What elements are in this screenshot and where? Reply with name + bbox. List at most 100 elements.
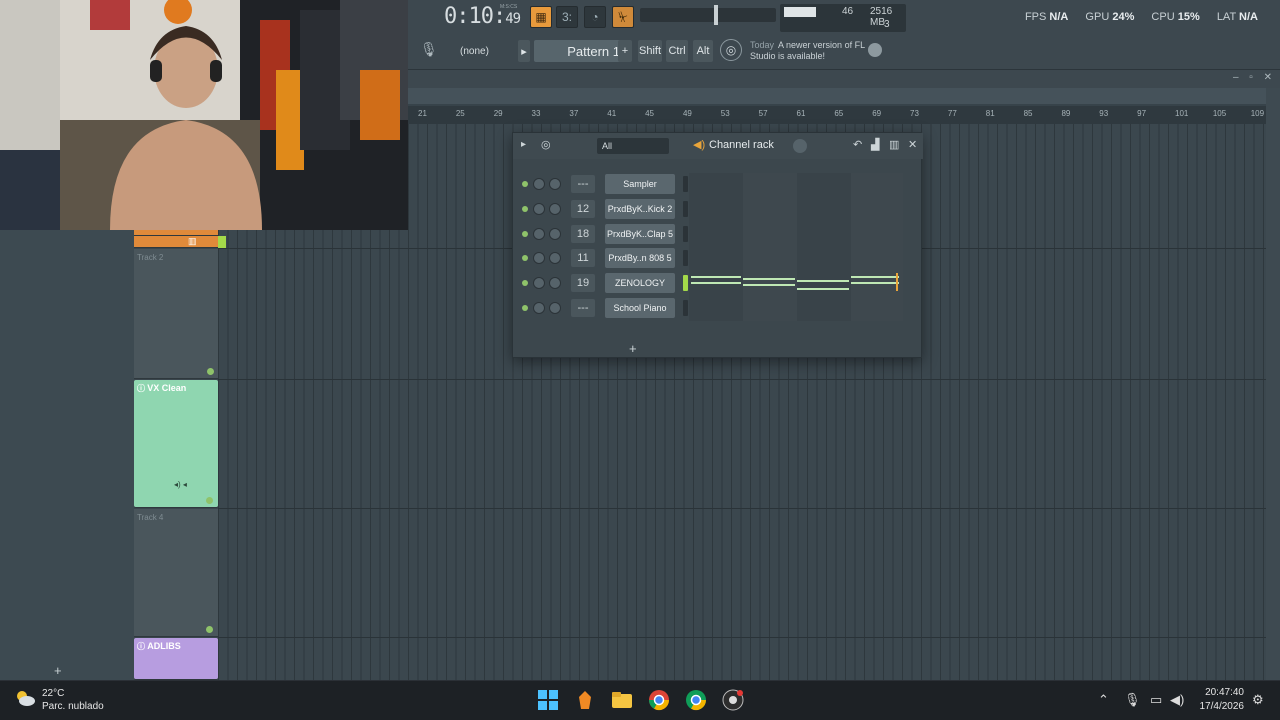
- graph-editor-icon[interactable]: ▟: [871, 138, 879, 151]
- channel-mute-led[interactable]: [522, 255, 528, 262]
- midi-input-select[interactable]: (none): [450, 40, 510, 62]
- channel-pan-knob[interactable]: [533, 302, 545, 314]
- channel-name-button[interactable]: PrxdBy..n 808 5: [605, 248, 675, 269]
- track-4-header[interactable]: Track 4: [134, 509, 218, 637]
- chrome-icon[interactable]: [648, 689, 670, 711]
- channel-name-button[interactable]: PrxdByK..Kick 2: [605, 198, 675, 219]
- weather-description[interactable]: Parc. nublado: [42, 701, 104, 712]
- add-track-button[interactable]: +: [54, 663, 62, 678]
- playlist-horizontal-scroll[interactable]: [408, 88, 1268, 104]
- channel-select-indicator[interactable]: [683, 225, 688, 242]
- microphone-icon[interactable]: 🎙: [420, 41, 438, 61]
- windows-start-icon[interactable]: [537, 689, 559, 711]
- channel-volume-knob[interactable]: [549, 277, 561, 290]
- channel-select-indicator[interactable]: [683, 176, 688, 192]
- channel-mixer-track[interactable]: 19: [571, 274, 595, 293]
- pattern-prev-icon[interactable]: ▸: [518, 40, 530, 62]
- channel-select-indicator[interactable]: [683, 250, 688, 267]
- channel-name-button[interactable]: Sampler: [605, 174, 675, 194]
- swing-knob-icon[interactable]: ◎: [541, 138, 551, 151]
- master-volume-handle[interactable]: [714, 5, 718, 25]
- track-3-header[interactable]: ⓘ VX Clean ◂) ◂: [134, 380, 218, 508]
- pattern-song-mode-icon[interactable]: ▦: [530, 6, 552, 28]
- channel-name-button[interactable]: School Piano: [605, 298, 675, 318]
- track-3-name: ⓘ VX Clean: [137, 383, 187, 393]
- playhead-marker[interactable]: [218, 236, 226, 248]
- shift-key-button[interactable]: Shift: [638, 40, 662, 62]
- channel-row[interactable]: 11 PrxdBy..n 808 5: [519, 248, 909, 269]
- metronome-icon[interactable]: ⏧: [612, 6, 634, 28]
- channel-row[interactable]: 12 PrxdByK..Kick 2: [519, 198, 909, 219]
- piano-roll-icon: ▥: [188, 236, 197, 246]
- fl-studio-taskbar-icon[interactable]: [574, 689, 596, 711]
- tempo-icon[interactable]: 3:: [556, 6, 578, 28]
- microphone-tray-icon[interactable]: 🎙: [1124, 692, 1141, 708]
- add-channel-button[interactable]: +: [629, 341, 637, 356]
- tray-overflow-icon[interactable]: ⌃: [1098, 692, 1109, 708]
- channel-row[interactable]: 18 PrxdByK..Clap 5: [519, 223, 909, 244]
- channel-select-indicator[interactable]: [683, 275, 688, 292]
- channel-mixer-track[interactable]: 11: [571, 249, 595, 268]
- weather-temperature[interactable]: 22°C: [42, 688, 64, 699]
- volume-icon[interactable]: ◀): [1170, 692, 1184, 708]
- channel-mute-led[interactable]: [522, 230, 528, 237]
- channel-pan-knob[interactable]: [533, 227, 545, 240]
- channel-row[interactable]: --- Sampler: [519, 174, 909, 194]
- ctrl-key-button[interactable]: Ctrl: [666, 40, 688, 62]
- channel-mixer-track[interactable]: 18: [571, 224, 595, 243]
- maximize-icon[interactable]: ▫: [1249, 72, 1253, 83]
- channel-volume-knob[interactable]: [549, 252, 561, 265]
- obs-record-icon[interactable]: [722, 689, 744, 711]
- channel-volume-knob[interactable]: [549, 202, 561, 215]
- channel-volume-knob[interactable]: [549, 302, 561, 314]
- channel-mixer-track[interactable]: 12: [571, 199, 595, 218]
- alt-key-button[interactable]: Alt: [693, 40, 713, 62]
- channel-mixer-track[interactable]: ---: [571, 175, 595, 193]
- online-news-icon[interactable]: [868, 43, 882, 57]
- track-2-header[interactable]: Track 2: [134, 249, 218, 379]
- channel-pan-knob[interactable]: [533, 277, 545, 290]
- channel-volume-knob[interactable]: [549, 178, 561, 190]
- track-5-name: ⓘ ADLIBS: [137, 641, 181, 651]
- add-pattern-icon[interactable]: +: [618, 40, 632, 62]
- channel-pan-knob[interactable]: [533, 178, 545, 190]
- track-2-enable-led[interactable]: [207, 368, 214, 375]
- chrome-profile-icon[interactable]: [685, 689, 707, 711]
- channel-mute-led[interactable]: [522, 305, 528, 311]
- channel-pan-knob[interactable]: [533, 202, 545, 215]
- rack-swing-knob[interactable]: [793, 139, 807, 153]
- wait-record-icon[interactable]: ◔: [584, 6, 606, 28]
- channel-row[interactable]: --- School Piano: [519, 298, 909, 318]
- rack-options-icon[interactable]: ▸: [521, 139, 526, 150]
- channel-name-button[interactable]: PrxdByK..Clap 5: [605, 223, 675, 244]
- track-3-enable-led[interactable]: [206, 497, 213, 504]
- channel-select-indicator[interactable]: [683, 300, 688, 316]
- clock-date[interactable]: 17/4/2026: [1200, 701, 1245, 712]
- piano-roll-view-icon[interactable]: ▥: [889, 138, 899, 151]
- pattern-selector[interactable]: Pattern 1: [534, 40, 628, 62]
- minimize-icon[interactable]: –: [1233, 72, 1239, 83]
- notification-icon[interactable]: ⚙: [1252, 692, 1264, 708]
- close-icon[interactable]: ✕: [908, 138, 917, 151]
- channel-mute-led[interactable]: [522, 181, 528, 187]
- network-icon[interactable]: ▭: [1150, 692, 1162, 708]
- track-5-header[interactable]: ⓘ ADLIBS: [134, 638, 218, 680]
- playlist-vertical-scroll[interactable]: [1266, 88, 1280, 680]
- channel-row[interactable]: 19 ZENOLOGY: [519, 273, 909, 294]
- track-3-mute-icon[interactable]: ◂) ◂: [174, 480, 187, 489]
- channel-filter-select[interactable]: All: [597, 138, 669, 154]
- weather-cloud-icon[interactable]: [14, 689, 36, 707]
- channel-volume-knob[interactable]: [549, 227, 561, 240]
- channel-mute-led[interactable]: [522, 280, 528, 287]
- channel-mute-led[interactable]: [522, 205, 528, 212]
- channel-mixer-track[interactable]: ---: [571, 299, 595, 317]
- track-4-enable-led[interactable]: [206, 626, 213, 633]
- file-explorer-icon[interactable]: [611, 689, 633, 711]
- channel-name-button[interactable]: ZENOLOGY: [605, 273, 675, 294]
- close-icon[interactable]: ✕: [1264, 72, 1272, 83]
- master-volume-slider[interactable]: [640, 5, 776, 25]
- channel-pan-knob[interactable]: [533, 252, 545, 265]
- undo-icon[interactable]: ↶: [853, 138, 862, 151]
- channel-select-indicator[interactable]: [683, 200, 688, 217]
- clock-time[interactable]: 20:47:40: [1205, 687, 1244, 698]
